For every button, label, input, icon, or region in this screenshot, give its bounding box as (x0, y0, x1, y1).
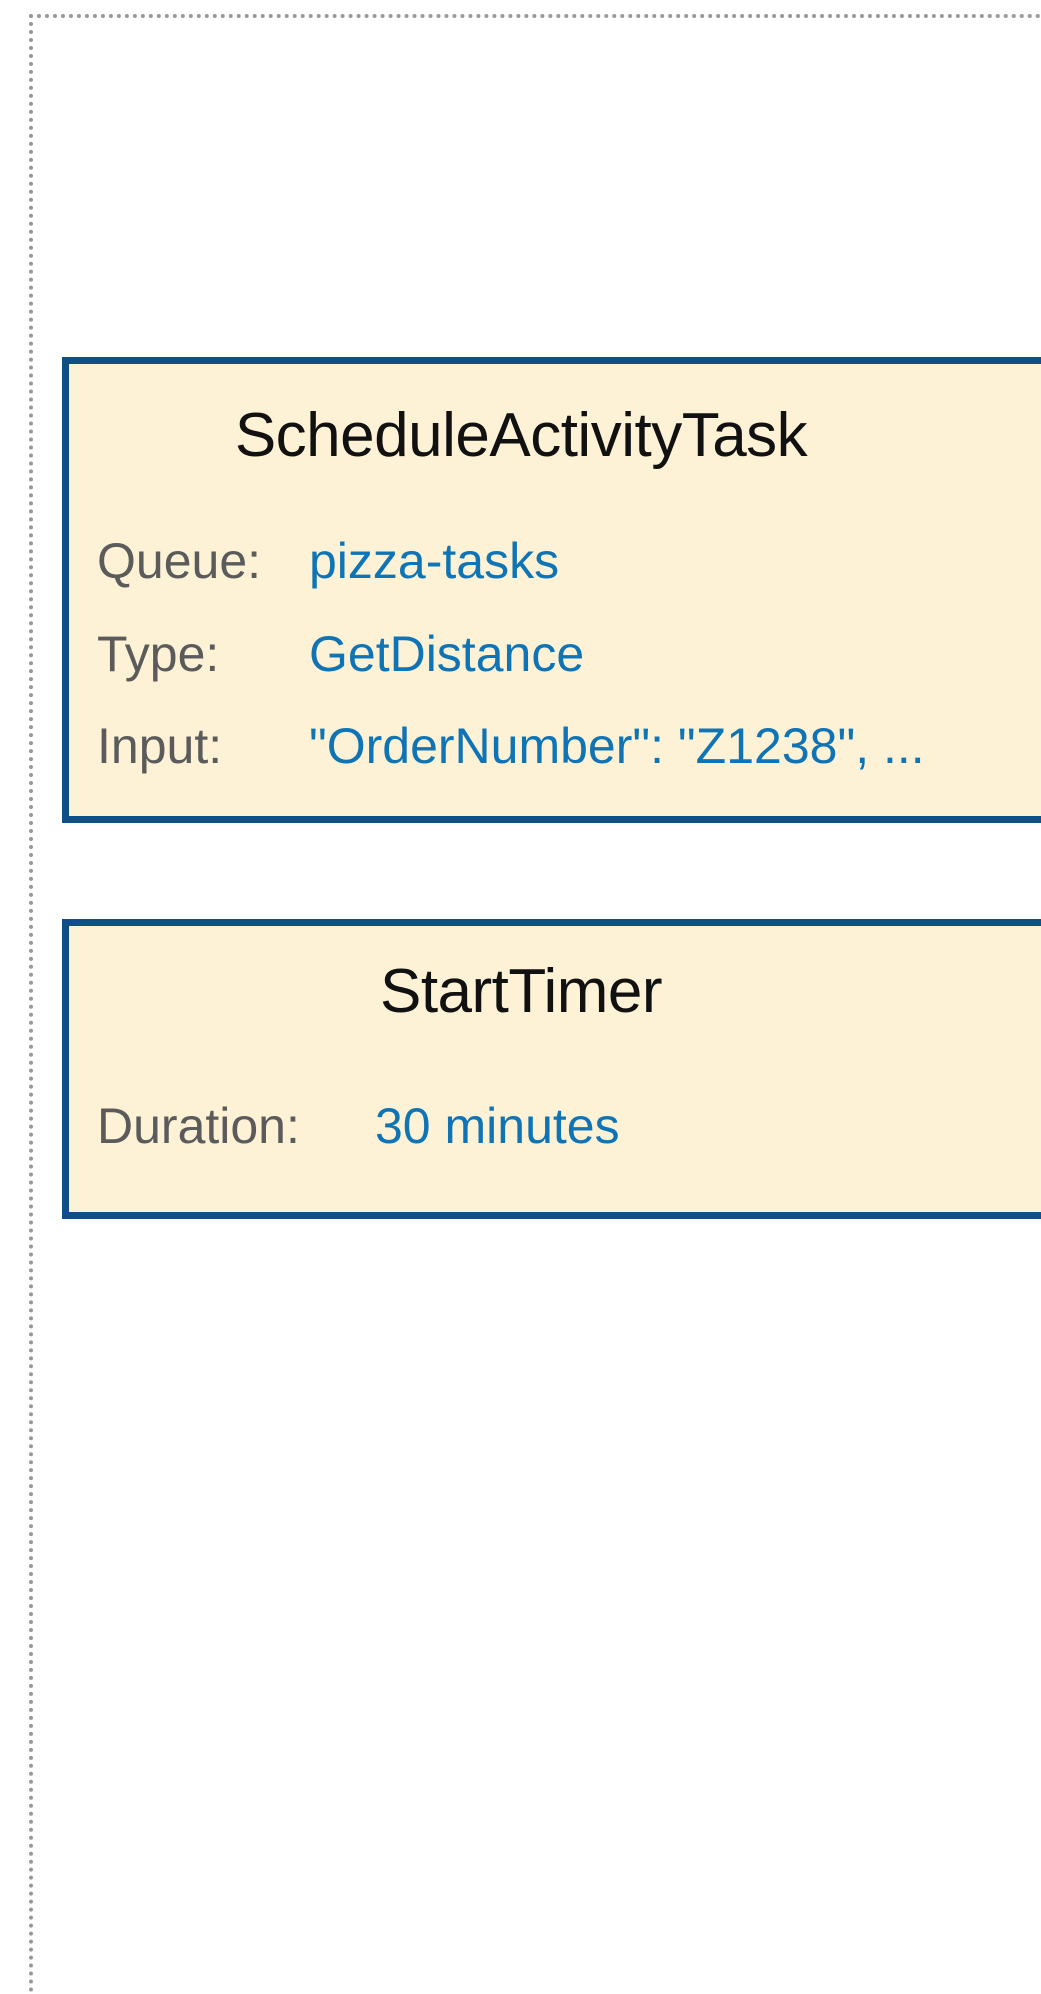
start-timer-card: StartTimer Duration: 30 minutes (62, 919, 1041, 1219)
card-title: ScheduleActivityTask (234, 401, 808, 470)
input-value: "OrderNumber": "Z1238", ... (309, 718, 925, 774)
duration-label: Duration: (97, 1098, 300, 1154)
type-label: Type: (97, 626, 220, 682)
card-title: StartTimer (379, 957, 663, 1026)
type-value: GetDistance (309, 626, 585, 682)
input-label: Input: (97, 718, 223, 774)
queue-label: Queue: (97, 533, 262, 589)
schedule-activity-task-card: ScheduleActivityTask Queue: pizza-tasks … (62, 357, 1041, 823)
queue-value: pizza-tasks (309, 533, 560, 589)
duration-value: 30 minutes (375, 1098, 620, 1154)
